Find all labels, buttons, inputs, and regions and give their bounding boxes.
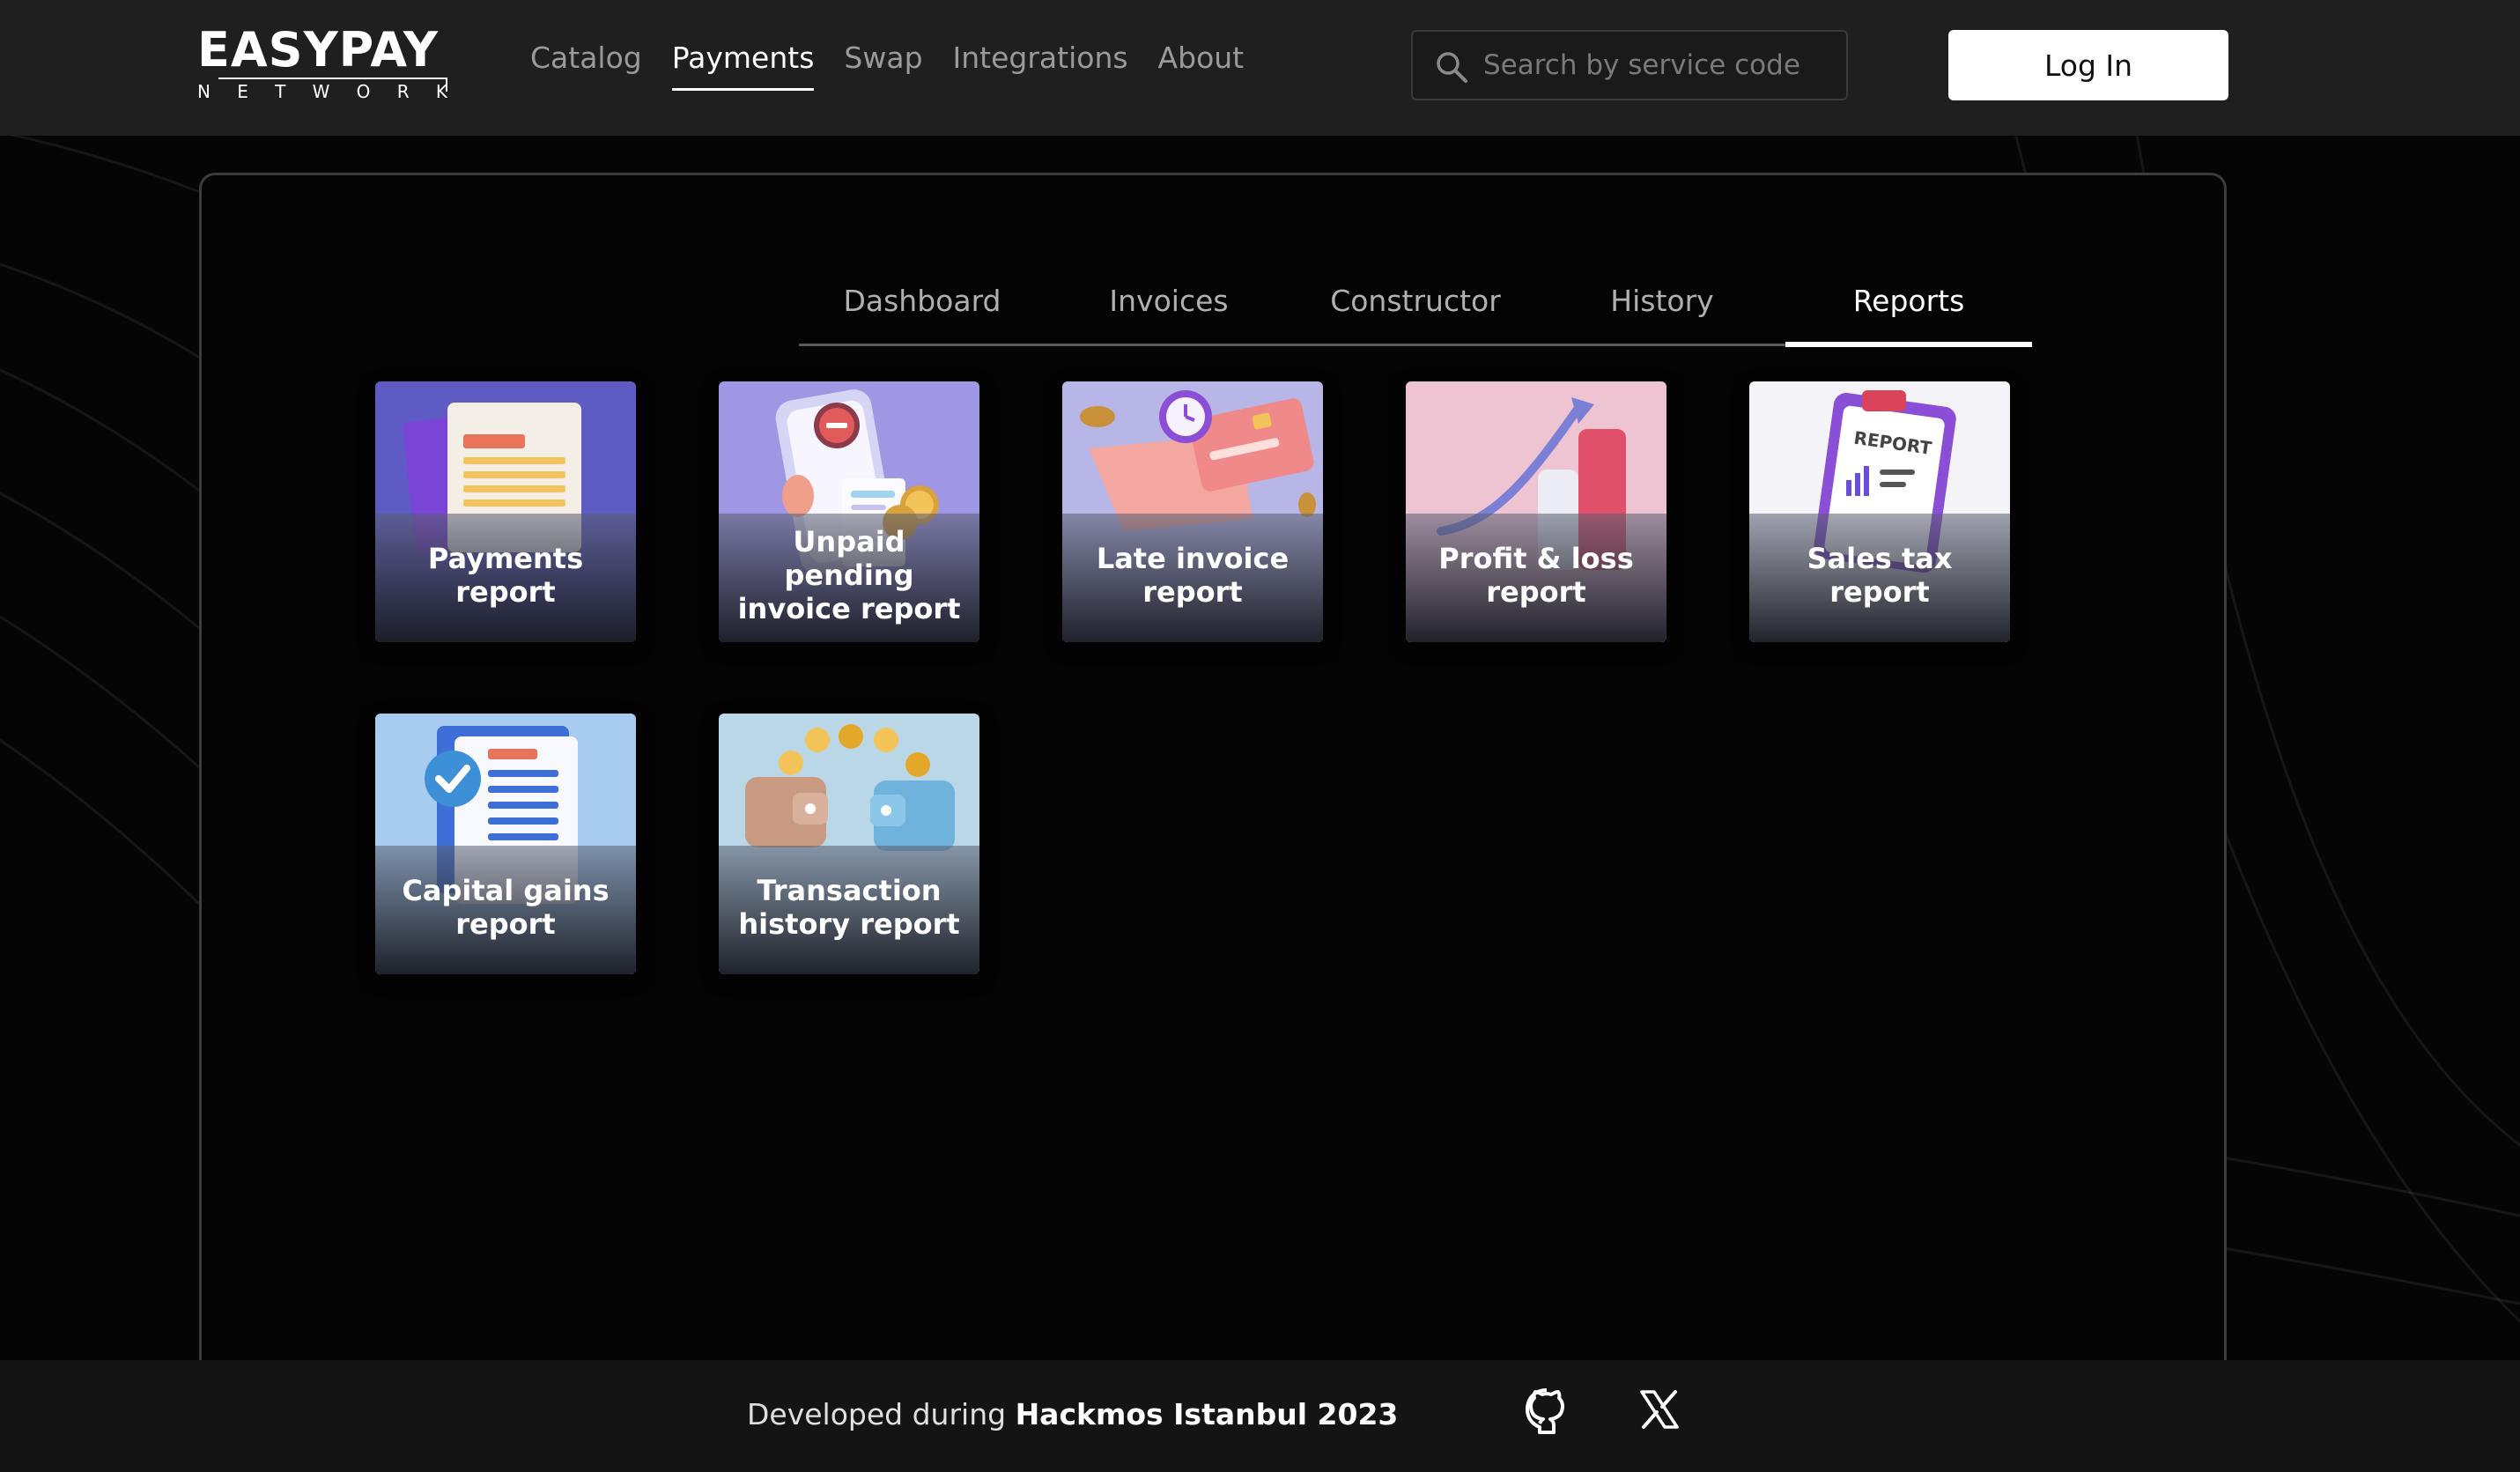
search-icon <box>1437 52 1467 83</box>
payments-panel: Dashboard Invoices Constructor History R… <box>199 173 2227 1406</box>
report-card-label: Profit & loss report <box>1438 542 1634 609</box>
nav-about[interactable]: About <box>1158 39 1245 92</box>
search-box <box>1411 30 1848 100</box>
logo-letter: E <box>237 81 248 102</box>
tab-invoices[interactable]: Invoices <box>1046 279 1292 346</box>
easypay-logo[interactable]: EASYPAY N E T W O R K <box>197 26 447 104</box>
report-card-label: Transaction history report <box>738 874 960 941</box>
report-card-label: Sales tax report <box>1807 542 1953 609</box>
search-input[interactable] <box>1483 32 1836 99</box>
x-icon[interactable] <box>1638 1388 1681 1431</box>
payments-tabs: Dashboard Invoices Constructor History R… <box>799 279 2032 347</box>
report-card-unpaid-invoices[interactable]: Unpaid pending invoice report <box>719 381 979 642</box>
nav-catalog[interactable]: Catalog <box>530 39 642 92</box>
footer-event-link[interactable]: Hackmos Istanbul 2023 <box>1016 1397 1399 1431</box>
report-card-sales-tax[interactable]: REPORT Sales tax report <box>1749 381 2010 642</box>
main-nav: Catalog Payments Swap Integrations About <box>530 39 1244 92</box>
logo-wordmark: EASYPAY <box>197 22 440 78</box>
footer-prefix: Developed during <box>747 1397 1007 1431</box>
site-footer: Developed during Hackmos Istanbul 2023 <box>0 1360 2520 1472</box>
tab-constructor[interactable]: Constructor <box>1292 279 1539 346</box>
logo-subtitle: N E T W O R K <box>197 83 447 100</box>
logo-letter: O <box>356 81 371 102</box>
footer-credit: Developed during Hackmos Istanbul 2023 <box>747 1397 1398 1431</box>
report-card-transaction-history[interactable]: Transaction history report <box>719 714 979 974</box>
logo-letter: R <box>396 81 410 102</box>
report-card-payments[interactable]: Payments report <box>375 381 636 642</box>
report-card-label: Unpaid pending invoice report <box>737 525 961 625</box>
report-card-label: Capital gains report <box>402 874 610 941</box>
github-icon[interactable] <box>1524 1387 1570 1436</box>
login-button[interactable]: Log In <box>1948 30 2228 100</box>
top-header: EASYPAY N E T W O R K Catalog Payments S… <box>0 0 2520 136</box>
logo-letter: T <box>275 81 286 102</box>
logo-letter: N <box>197 81 211 102</box>
tab-dashboard[interactable]: Dashboard <box>799 279 1046 346</box>
nav-integrations[interactable]: Integrations <box>953 39 1128 92</box>
nav-swap[interactable]: Swap <box>844 39 922 92</box>
report-card-late-invoices[interactable]: Late invoice report <box>1062 381 1323 642</box>
report-card-label: Late invoice report <box>1096 542 1290 609</box>
nav-payments[interactable]: Payments <box>671 39 814 92</box>
logo-letter: K <box>435 81 447 102</box>
report-card-label: Payments report <box>427 542 584 609</box>
tab-history[interactable]: History <box>1539 279 1785 346</box>
report-card-capital-gains[interactable]: Capital gains report <box>375 714 636 974</box>
tab-reports[interactable]: Reports <box>1785 279 2032 347</box>
logo-letter: W <box>312 81 330 102</box>
report-card-profit-loss[interactable]: Profit & loss report <box>1406 381 1666 642</box>
